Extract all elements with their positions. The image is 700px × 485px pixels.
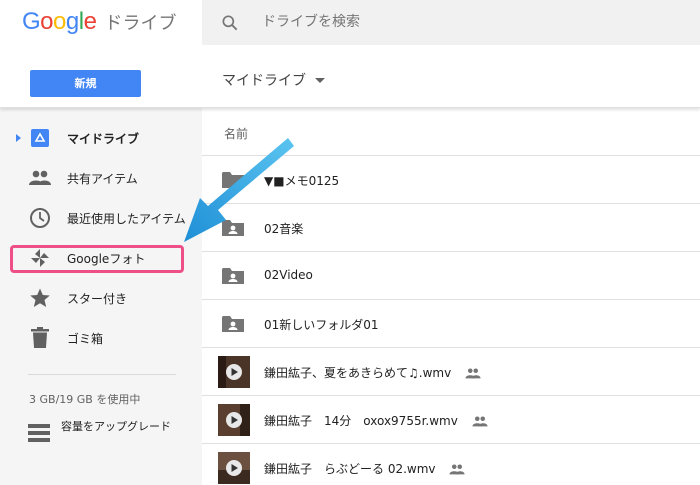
storage-icon: [28, 424, 50, 442]
trash-icon: [28, 326, 52, 350]
drive-icon: [28, 126, 52, 150]
drive-window: Google ドライブ 新規 マイドライブ: [0, 0, 700, 485]
search-icon[interactable]: [220, 13, 240, 33]
upgrade-storage-label: 容量をアップグレード: [61, 420, 171, 433]
file-name-wrap: 鎌田紘子 らぶどーる 02.wmv: [264, 460, 465, 477]
video-thumbnail: [218, 452, 250, 484]
file-name: 01新しいフォルダ01: [264, 318, 379, 332]
file-name-wrap: 鎌田紘子 14分 oxox9755r.wmv: [264, 412, 488, 429]
storage-usage: 3 GB/19 GB を使用中: [29, 393, 141, 406]
google-wordmark: Google: [22, 8, 97, 35]
app-header: Google ドライブ: [0, 0, 700, 50]
highlight-frame: [10, 245, 184, 273]
app-name: ドライブ: [104, 13, 177, 34]
storage-divider: [28, 374, 176, 375]
clock-icon: [28, 206, 52, 230]
search-bar[interactable]: [202, 0, 700, 45]
annotation-arrow-icon: [184, 138, 294, 242]
location-label: マイドライブ: [222, 73, 306, 89]
toolbar: 新規 マイドライブ: [0, 50, 700, 108]
video-thumbnail: [218, 404, 250, 436]
file-name: 鎌田紘子、夏をあきらめて♫.wmv: [264, 366, 452, 380]
star-icon: [28, 286, 52, 310]
location-dropdown[interactable]: マイドライブ: [222, 70, 325, 90]
file-name: 鎌田紘子 らぶどーる 02.wmv: [264, 462, 436, 476]
search-input[interactable]: [262, 8, 662, 36]
shared-icon: [449, 464, 465, 475]
video-thumbnail: [218, 356, 250, 388]
file-name: 02Video: [264, 268, 313, 282]
file-row[interactable]: 鎌田紘子 らぶどーる 02.wmv: [202, 444, 700, 485]
file-row[interactable]: 02Video: [202, 252, 700, 300]
shared-folder-icon: [222, 268, 244, 284]
sidebar-item-label: ゴミ箱: [67, 331, 104, 346]
upgrade-storage-link[interactable]: 容量をアップグレード: [28, 420, 198, 460]
sidebar-item-label: マイドライブ: [67, 131, 140, 146]
sidebar-item-label: 共有アイテム: [67, 171, 138, 186]
google-drive-logo[interactable]: Google ドライブ: [22, 8, 176, 38]
active-indicator-icon: [16, 134, 21, 142]
sidebar-item-trash[interactable]: ゴミ箱: [0, 318, 202, 358]
chevron-down-icon: [315, 77, 325, 83]
new-button[interactable]: 新規: [30, 70, 141, 97]
shared-icon: [465, 368, 481, 379]
file-name: 鎌田紘子 14分 oxox9755r.wmv: [264, 414, 458, 428]
sidebar-item-starred[interactable]: スター付き: [0, 278, 202, 318]
file-row[interactable]: 鎌田紘子 14分 oxox9755r.wmv: [202, 396, 700, 444]
file-name-wrap: 鎌田紘子、夏をあきらめて♫.wmv: [264, 364, 481, 381]
file-row[interactable]: 01新しいフォルダ01: [202, 300, 700, 348]
shared-icon: [472, 416, 488, 427]
shared-folder-icon: [222, 316, 244, 332]
people-icon: [28, 166, 52, 190]
sidebar-item-label: 最近使用したアイテム: [67, 211, 186, 226]
sidebar-item-label: スター付き: [67, 291, 128, 306]
file-row[interactable]: 鎌田紘子、夏をあきらめて♫.wmv: [202, 348, 700, 396]
